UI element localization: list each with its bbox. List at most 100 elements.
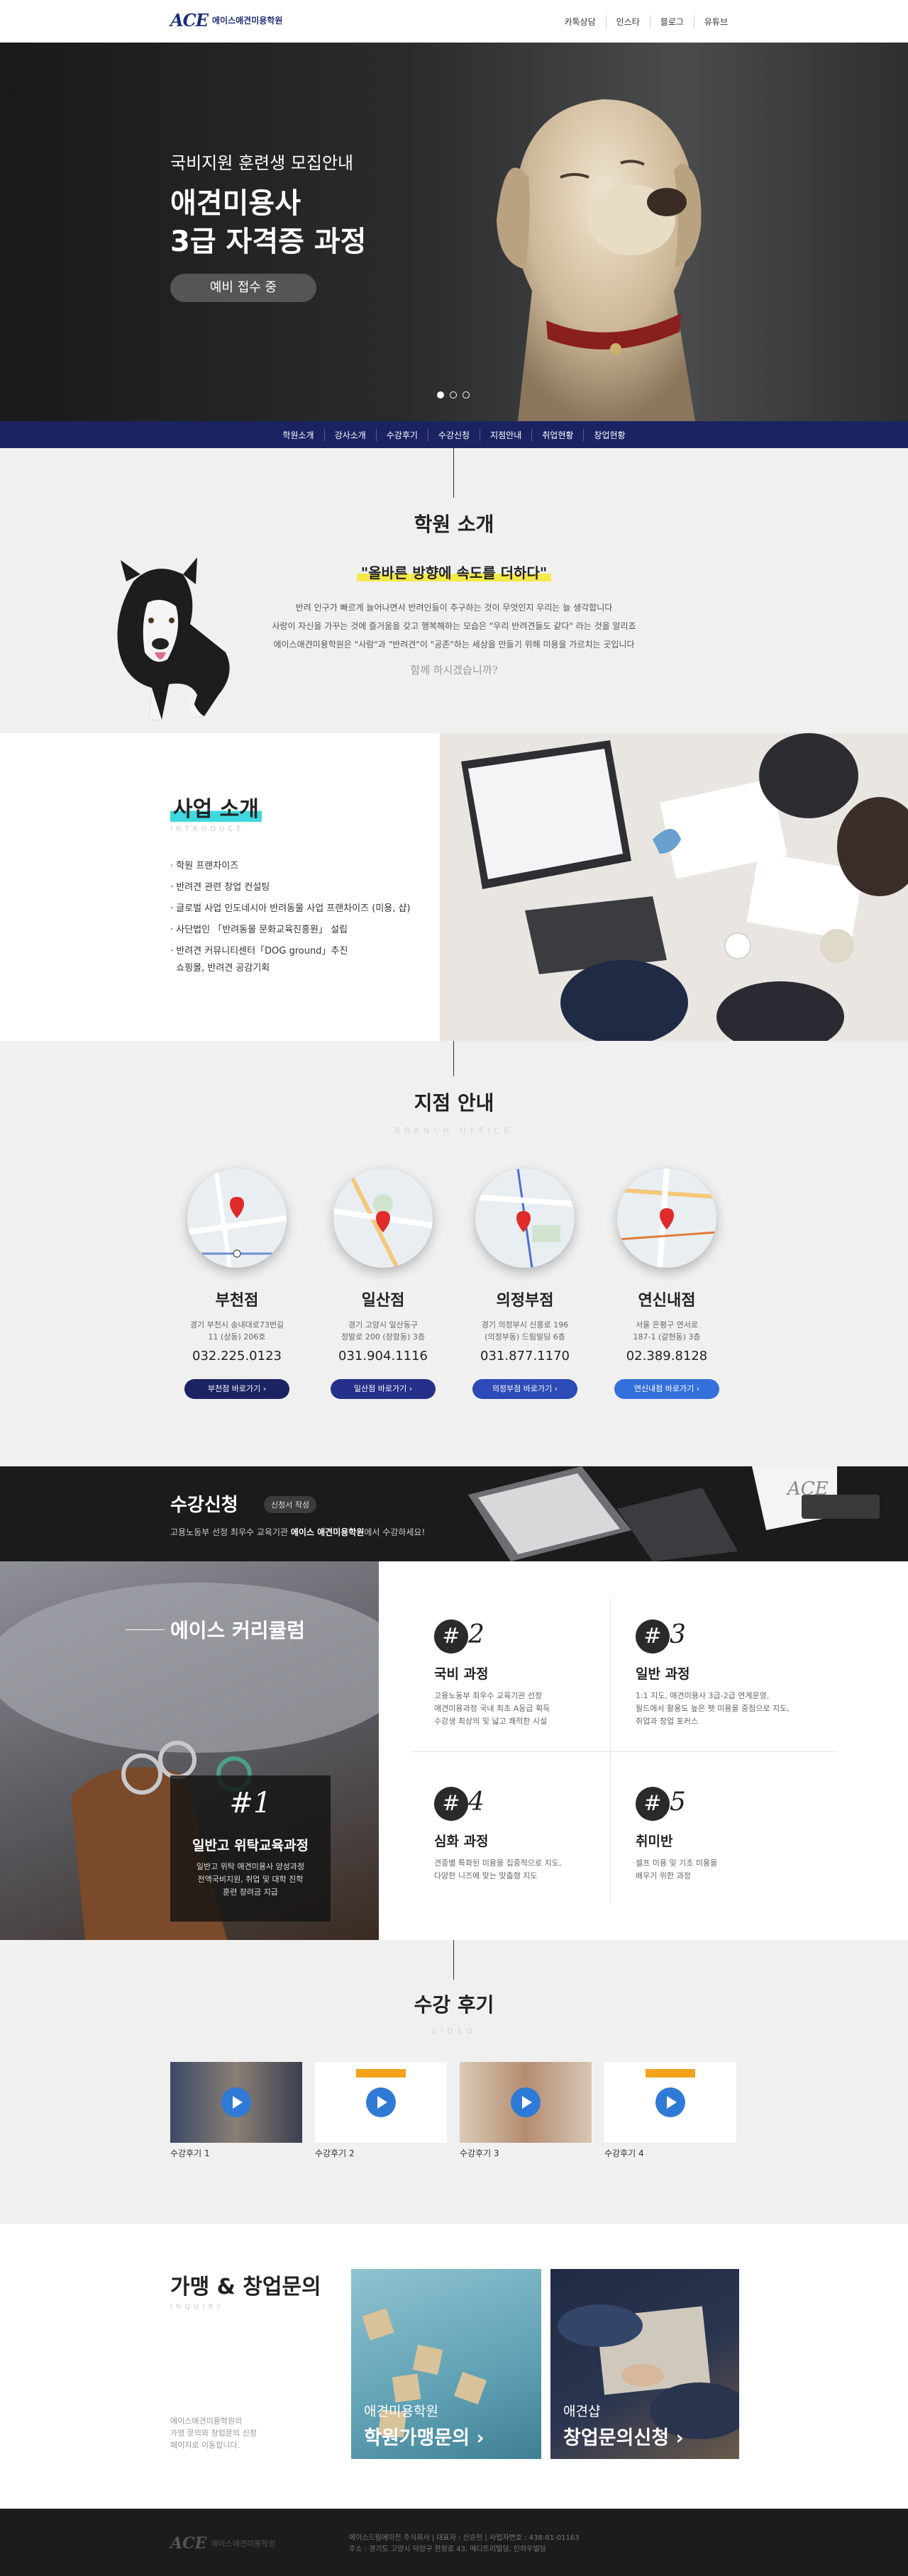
map-thumbnail[interactable] bbox=[475, 1169, 575, 1268]
footer-info-line: 에이스드림에이전 주식회사 | 대표자 : 신승현 | 사업자번호 : 438-… bbox=[349, 2534, 580, 2542]
franchise-card-subtitle: 애견미용학원 bbox=[364, 2404, 438, 2419]
review-video-card[interactable]: 수강후기 1 bbox=[170, 2062, 302, 2159]
branch-link-button[interactable]: 부천점 바로가기 › bbox=[184, 1379, 289, 1399]
review-video-card[interactable]: 수강후기 4 bbox=[604, 2062, 736, 2159]
curriculum-main-card[interactable]: #1 일반고 위탁교육과정 일반고 위탁 애견미용사 양성과정 전액국비지원, … bbox=[170, 1775, 331, 1922]
apply-desc-bold: 에이스 애견미용학원 bbox=[290, 1527, 365, 1537]
play-icon[interactable] bbox=[221, 2087, 251, 2117]
video-thumbnail[interactable] bbox=[170, 2062, 302, 2143]
about-section: 학원 소개 "올바른 방향에 속도를 더하다" 반려 인구가 빠르게 늘어나면서… bbox=[0, 448, 908, 733]
branch-address: 경기 고양시 일산동구 정발로 200 (장항동) 3층 bbox=[312, 1319, 454, 1343]
curriculum-desc-line: 훈련 장려금 지급 bbox=[223, 1888, 278, 1897]
branch-address-line: 서울 은평구 연서로 bbox=[636, 1320, 698, 1329]
branches-section: 지점 안내 BRANCH OFFICE 부천점 경기 부천시 송내대로73번길 1… bbox=[0, 1041, 908, 1466]
play-icon[interactable] bbox=[655, 2087, 685, 2117]
curriculum-number: #2 bbox=[434, 1619, 633, 1654]
hero-dot-1[interactable] bbox=[437, 391, 444, 398]
review-label: 수강후기 4 bbox=[604, 2148, 644, 2158]
branch-address: 경기 의정부시 신흥로 196 (의정부동) 드림빌딩 6층 bbox=[454, 1319, 596, 1343]
startup-card-title: 창업문의신청 › bbox=[563, 2422, 684, 2450]
business-eng: INTRODUCE bbox=[170, 825, 245, 833]
review-video-card[interactable]: 수강후기 2 bbox=[315, 2062, 447, 2159]
hero-dot-3[interactable] bbox=[463, 391, 470, 398]
desk-laptop-image: ACE bbox=[468, 1466, 908, 1561]
curriculum-item-title: 일반 과정 bbox=[636, 1666, 690, 1682]
curriculum-main-desc: 일반고 위탁 애견미용사 양성과정 전액국비지원, 취업 및 대학 진학 훈련 … bbox=[170, 1861, 331, 1899]
curriculum-item-hobby[interactable]: #5 취미반 셀프 미용 및 기초 미용을 배우기 위한 과정 bbox=[636, 1787, 834, 1883]
svg-text:ACE: ACE bbox=[786, 1478, 829, 1500]
video-thumbnail[interactable] bbox=[315, 2062, 447, 2143]
apply-form-tag[interactable]: 신청서 작성 bbox=[264, 1496, 317, 1513]
section-nav: 학원소개 강사소개 수강후기 수강신청 지점안내 취업현황 창업현황 bbox=[0, 421, 908, 448]
map-thumbnail[interactable] bbox=[333, 1169, 433, 1268]
branch-link-button[interactable]: 의정부점 바로가기 › bbox=[472, 1379, 577, 1399]
video-thumbnail[interactable] bbox=[604, 2062, 736, 2143]
apply-desc-text: 에서 수강하세요! bbox=[364, 1527, 426, 1537]
curriculum-number-value: 5 bbox=[670, 1788, 686, 1817]
curriculum-number: #4 bbox=[434, 1787, 633, 1821]
subnav-branches[interactable]: 지점안내 bbox=[480, 428, 531, 441]
apply-banner[interactable]: ACE 수강신청 신청서 작성 고용노동부 선정 최우수 교육기관 에이스 애견… bbox=[0, 1466, 908, 1561]
branch-card-uijeongbu: 의정부점 경기 의정부시 신흥로 196 (의정부동) 드림빌딩 6층 031.8… bbox=[454, 1169, 596, 1399]
play-icon[interactable] bbox=[366, 2087, 396, 2117]
subnav-employment[interactable]: 취업현황 bbox=[531, 428, 583, 441]
startup-inquiry-card[interactable]: 애견샵 창업문의신청 › bbox=[550, 2269, 739, 2459]
reviews-eng: VIDEO bbox=[431, 2026, 477, 2036]
curriculum-divider bbox=[411, 1751, 837, 1752]
hero-title-line2: 3급 자격증 과정 bbox=[170, 225, 367, 258]
branch-address-line: 11 (상동) 206호 bbox=[208, 1332, 266, 1342]
branch-card-yeonsinnae: 연신내점 서울 은평구 연서로 187-1 (갈현동) 3층 02.389.812… bbox=[596, 1169, 738, 1399]
subnav-reviews[interactable]: 수강후기 bbox=[375, 428, 428, 441]
inquiry-title: 가맹 & 창업문의 bbox=[170, 2275, 321, 2299]
curriculum-number: #5 bbox=[636, 1787, 834, 1821]
subnav-academy[interactable]: 학원소개 bbox=[272, 429, 323, 441]
play-icon[interactable] bbox=[511, 2087, 541, 2117]
hero-subtitle: 국비지원 훈련생 모집안내 bbox=[170, 153, 354, 173]
map-icon bbox=[475, 1169, 575, 1268]
subnav-instructors[interactable]: 강사소개 bbox=[323, 428, 376, 441]
curriculum-item-advanced[interactable]: #4 심화 과정 견종별 특화된 미용을 집중적으로 지도, 다양한 니즈에 맞는… bbox=[434, 1787, 633, 1883]
chevron-right-icon: › bbox=[262, 1384, 267, 1393]
branch-link-button[interactable]: 일산점 바로가기 › bbox=[331, 1379, 436, 1399]
review-video-card[interactable]: 수강후기 3 bbox=[460, 2062, 592, 2159]
apply-description: 고용노동부 선정 최우수 교육기관 에이스 애견미용학원에서 수강하세요! bbox=[170, 1526, 425, 1538]
curriculum-item-desc: 1:1 지도, 애견미용사 3급-2급 연계운영, 필드에서 활용도 높은 펫 미… bbox=[636, 1690, 834, 1728]
map-thumbnail[interactable] bbox=[617, 1169, 716, 1268]
map-thumbnail[interactable] bbox=[187, 1169, 287, 1268]
business-item: 사단법인 「반려동물 문화교육진흥원」 설립 bbox=[170, 922, 411, 939]
business-item: 반려견 관련 창업 컨설팅 bbox=[170, 879, 411, 896]
franchise-inquiry-card[interactable]: 애견미용학원 학원가맹문의 › bbox=[351, 2269, 541, 2459]
branch-name: 부천점 bbox=[215, 1292, 259, 1310]
subnav-startup[interactable]: 창업현황 bbox=[583, 428, 635, 441]
hero-status-button[interactable]: 예비 접수 중 bbox=[170, 274, 316, 302]
subnav-apply[interactable]: 수강신청 bbox=[427, 428, 480, 441]
curriculum-item-general[interactable]: #3 일반 과정 1:1 지도, 애견미용사 3급-2급 연계운영, 필드에서 활… bbox=[636, 1619, 834, 1728]
site-logo[interactable]: ACE 에이스애견미용학원 bbox=[170, 10, 282, 30]
business-item: 글로벌 사업 인도네시아 반려동물 사업 프랜차이즈 (미용, 샵) bbox=[170, 901, 410, 918]
business-section: 사업 소개 INTRODUCE 학원 프랜차이즈 반려견 관련 창업 컨설팅 글… bbox=[0, 733, 908, 1041]
curriculum-number-value: 4 bbox=[468, 1788, 485, 1817]
chevron-right-icon: › bbox=[675, 2427, 684, 2449]
branch-link-button[interactable]: 연신내점 바로가기 › bbox=[614, 1379, 719, 1399]
branch-phone: 031.904.1116 bbox=[338, 1349, 428, 1364]
section-divider-line bbox=[453, 1041, 454, 1076]
nav-kakao[interactable]: 카톡상담 bbox=[554, 16, 605, 28]
branch-phone: 031.877.1170 bbox=[480, 1349, 570, 1364]
inquiry-section: 가맹 & 창업문의 INQUIRY 에이스애견미용학원의 가맹 문의와 창업문의… bbox=[0, 2224, 908, 2509]
business-list: 학원 프랜차이즈 반려견 관련 창업 컨설팅 글로벌 사업 인도네시아 반려동물… bbox=[170, 858, 411, 981]
nav-instagram[interactable]: 인스타 bbox=[605, 16, 650, 28]
startup-card-title-text: 창업문의신청 bbox=[563, 2427, 670, 2449]
curriculum-item-national[interactable]: #2 국비 과정 고용노동부 최우수 교육기관 선정 애견미용과정 국내 최초 A… bbox=[434, 1619, 633, 1728]
curriculum-item-title: 국비 과정 bbox=[434, 1666, 489, 1682]
branch-name: 일산점 bbox=[361, 1292, 405, 1310]
thumbnail-banner-graphic bbox=[356, 2069, 406, 2078]
footer-info-line: 주소 : 경기도 고양시 덕양구 한창로 43, 메디트리빌딩, 인하우빌딩 bbox=[349, 2546, 546, 2553]
hero-dot-2[interactable] bbox=[450, 391, 457, 398]
nav-blog[interactable]: 블로그 bbox=[649, 16, 694, 28]
section-divider-line bbox=[453, 448, 454, 498]
branch-address-line: 187-1 (갈현동) 3층 bbox=[633, 1332, 701, 1342]
video-thumbnail[interactable] bbox=[460, 2062, 592, 2143]
nav-youtube[interactable]: 유튜브 bbox=[693, 16, 738, 28]
curriculum-section: 에이스 커리큘럼 #1 일반고 위탁교육과정 일반고 위탁 애견미용사 양성과정… bbox=[0, 1561, 908, 1940]
border-collie-image bbox=[117, 557, 230, 720]
